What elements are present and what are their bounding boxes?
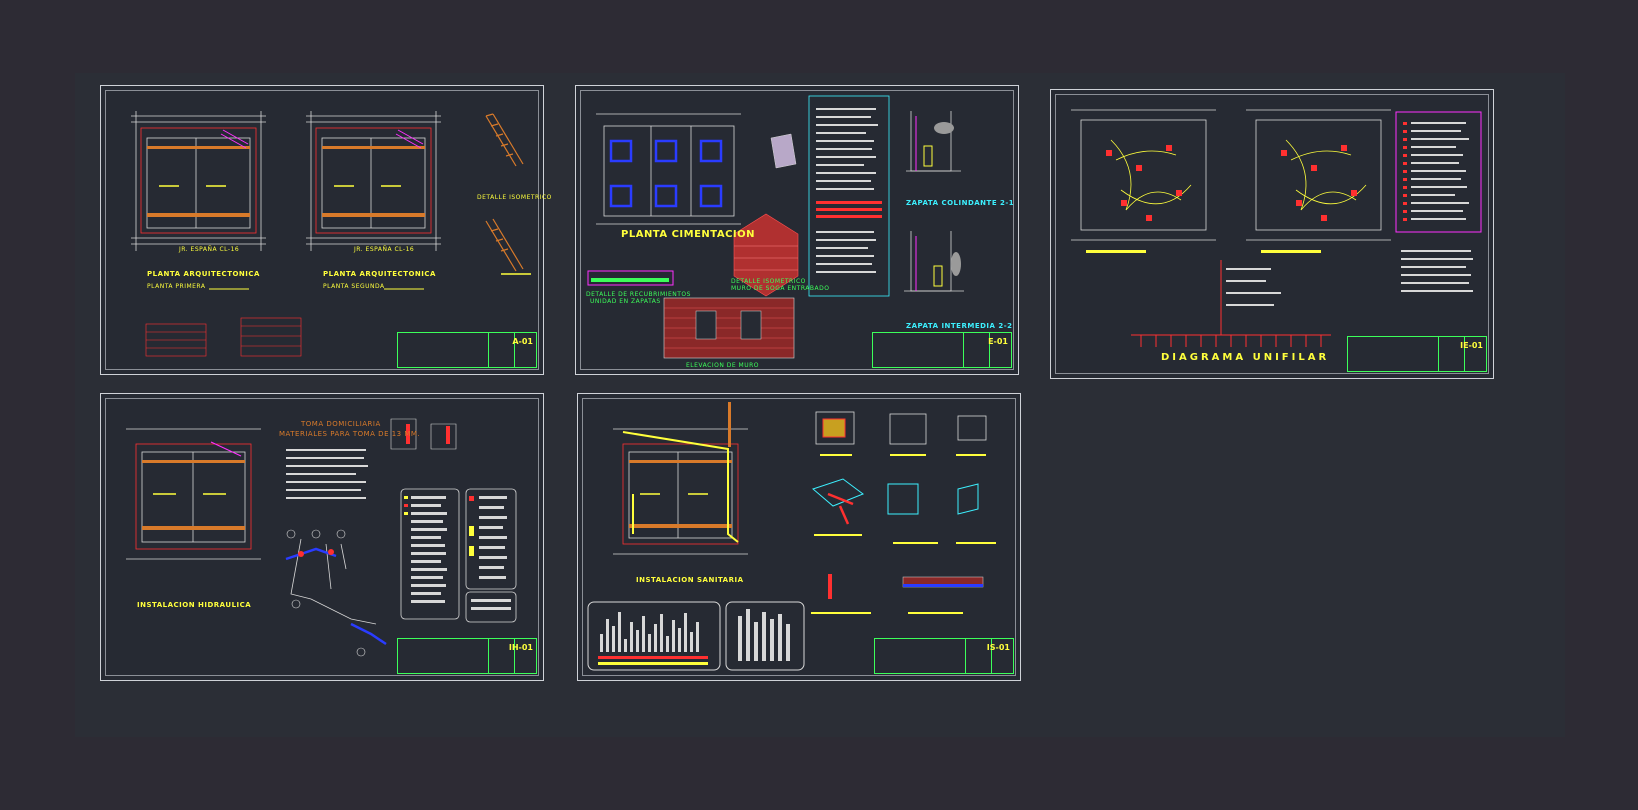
sheet-number: IH-01 — [508, 643, 533, 652]
detail-isometric-label: DETALLE ISOMETRICO — [477, 194, 552, 201]
diagram-unifilar-title: DIAGRAMA UNIFILAR — [1161, 352, 1330, 363]
title-block: E-01 — [872, 332, 1012, 368]
title-planta-primera: PLANTA ARQUITECTONICA — [147, 270, 260, 278]
materiales-toma-note: MATERIALES PARA TOMA DE 13 MM. — [279, 430, 421, 438]
title-instalacion-sanitaria: INSTALACION SANITARIA — [636, 576, 744, 584]
title-block: A-01 — [397, 332, 537, 368]
title-instalacion-hidraulica: INSTALACION HIDRAULICA — [137, 601, 252, 609]
plan-caption-right: JR. ESPAÑA CL-16 — [354, 246, 415, 253]
zapata-colindante-label: ZAPATA COLINDANTE 2-1 — [906, 199, 1015, 207]
wall-elevation-label: ELEVACION DE MURO — [686, 362, 759, 369]
subtitle-planta-segunda: PLANTA SEGUNDA — [323, 283, 385, 290]
electrical-drawing — [1071, 109, 1482, 347]
sheet-number: IE-01 — [1460, 341, 1483, 350]
title-planta-cimentacion: PLANTA CIMENTACION — [621, 229, 755, 240]
sheet-number: E-01 — [988, 337, 1008, 346]
plan-caption-left: JR. ESPAÑA CL-16 — [179, 246, 240, 253]
sheet-sanitary[interactable]: INSTALACION SANITARIA IS-01 — [577, 393, 1021, 681]
detail-recubrimientos-sub: UNIDAD EN ZAPATAS — [590, 298, 661, 305]
sheet-number: IS-01 — [986, 643, 1010, 652]
detail-isometric: DETALLE ISOMETRICO — [731, 278, 806, 285]
sheet-electrical[interactable]: DIAGRAMA UNIFILAR IE-01 — [1050, 89, 1494, 379]
sheet-architecture[interactable]: JR. ESPAÑA CL-16 JR. ESPAÑA CL-16 PLANTA… — [100, 85, 551, 375]
zapata-intermedia-label: ZAPATA INTERMEDIA 2-2 — [906, 322, 1013, 330]
title-planta-segunda: PLANTA ARQUITECTONICA — [323, 270, 436, 278]
cad-canvas[interactable]: JR. ESPAÑA CL-16 JR. ESPAÑA CL-16 PLANTA… — [75, 73, 1565, 737]
sheet-number: A-01 — [512, 337, 533, 346]
title-block: IS-01 — [874, 638, 1014, 674]
toma-domiciliaria-note: TOMA DOMICILIARIA — [301, 420, 381, 428]
title-block: IH-01 — [397, 638, 537, 674]
detail-isometric-sub: MURO DE SOGA ENTRABADO — [731, 285, 830, 292]
title-block: IE-01 — [1347, 336, 1487, 372]
subtitle-planta-primera: PLANTA PRIMERA — [147, 283, 206, 290]
architecture-drawing — [131, 111, 531, 357]
sheet-hydraulic[interactable]: TOMA DOMICILIARIA MATERIALES PARA TOMA D… — [100, 393, 544, 681]
sheet-foundation[interactable]: PLANTA CIMENTACION DETALLE DE RECUBRIMIE… — [575, 85, 1019, 375]
detail-recubrimientos: DETALLE DE RECUBRIMIENTOS — [586, 291, 691, 298]
